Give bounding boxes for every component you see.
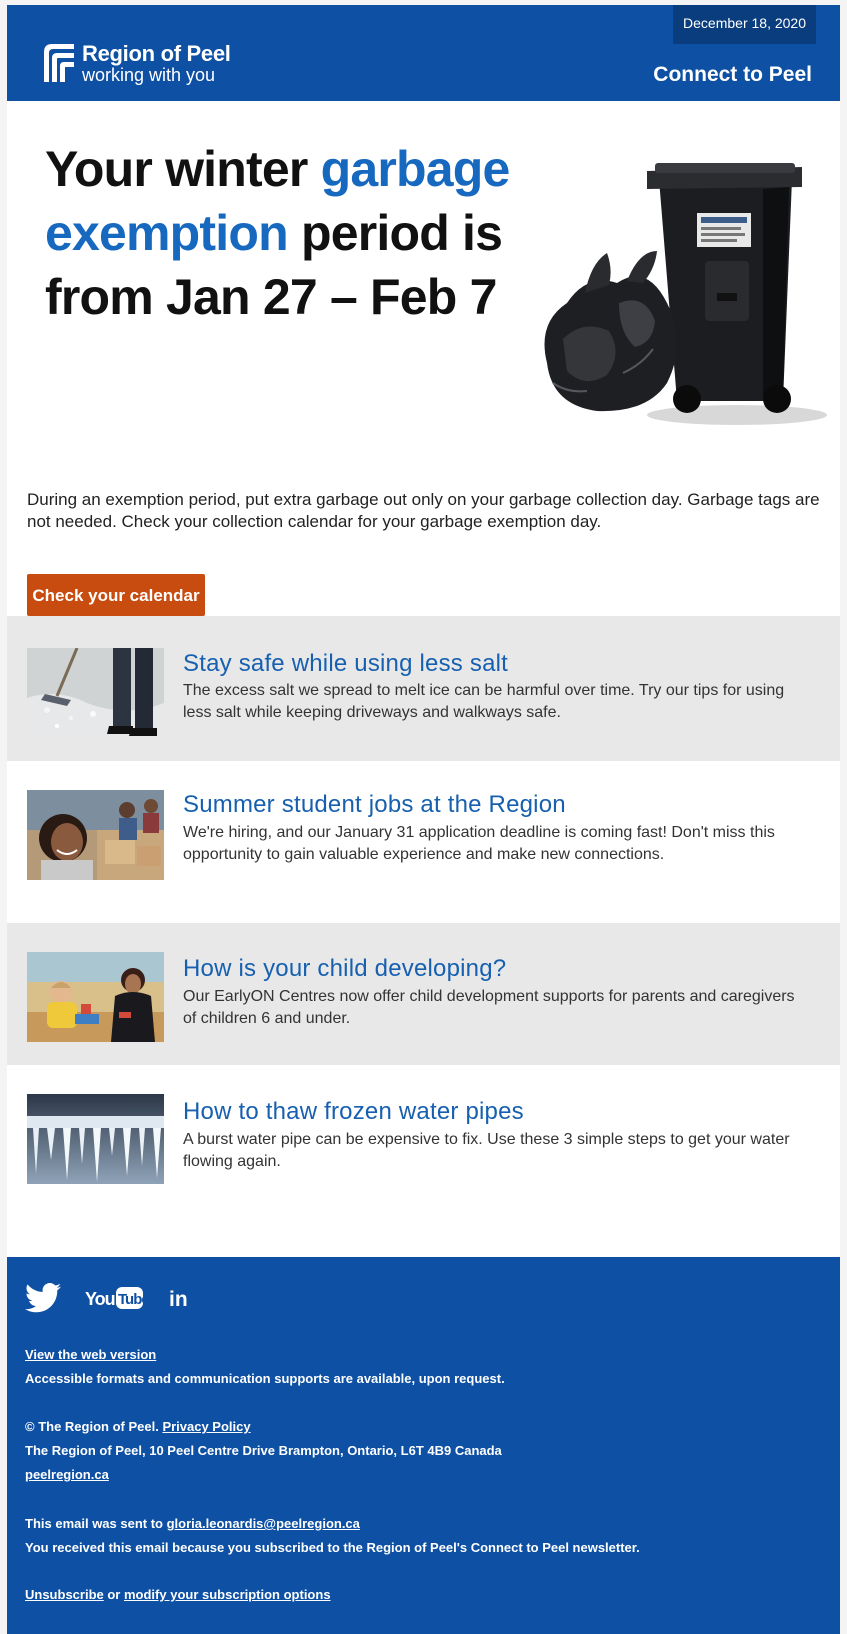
subscription-reason-text: You received this email because you subs… [25,1540,640,1555]
peelregion-link[interactable]: peelregion.ca [25,1467,109,1482]
social-links: You Tube in [25,1281,219,1315]
article-student-jobs: Summer student jobs at the Region We're … [7,761,840,923]
article-title[interactable]: Summer student jobs at the Region [183,791,566,819]
article-frozen-pipes: How to thaw frozen water pipes A burst w… [7,1065,840,1207]
intro-section: During an exemption period, put extra ga… [7,451,840,637]
article-title[interactable]: How is your child developing? [183,955,506,983]
svg-text:in: in [169,1288,188,1311]
logo-title: Region of Peel [82,40,231,66]
icicles-photo [27,1094,164,1184]
copyright-text: © The Region of Peel. [25,1419,163,1434]
youtube-icon[interactable]: You Tube [85,1285,143,1311]
intro-text: During an exemption period, put extra ga… [27,490,820,531]
article-body: We're hiring, and our January 31 applica… [183,824,775,863]
article-title[interactable]: How to thaw frozen water pipes [183,1098,524,1126]
or-text: or [103,1587,124,1602]
article-less-salt: Stay safe while using less salt The exce… [7,616,840,761]
recipient-email-link[interactable]: gloria.leonardis@peelregion.ca [167,1516,360,1531]
hero-title: Your winter garbage exemption period is … [45,141,510,325]
region-of-peel-logo[interactable]: Region of Peel working with you [42,41,231,85]
email-header: December 18, 2020 Region of Peel working… [7,5,840,101]
footer-copyright-block: © The Region of Peel. Privacy Policy The… [25,1415,502,1487]
article-child-development: How is your child developing? Our EarlyO… [7,923,840,1065]
garbage-cart-and-bags-image [544,163,827,425]
peel-logo-icon [44,44,74,82]
address-text: The Region of Peel, 10 Peel Centre Drive… [25,1443,502,1458]
footer-unsubscribe-block: Unsubscribe or modify your subscription … [25,1583,331,1607]
date-badge: December 18, 2020 [673,5,816,44]
unsubscribe-link[interactable]: Unsubscribe [25,1587,104,1602]
article-body: A burst water pipe can be expensive to f… [183,1131,790,1170]
svg-text:Tube: Tube [118,1291,143,1308]
email-footer: You Tube in View the web version Accessi… [7,1257,840,1634]
hero-banner: Your winter garbage exemption period is … [7,101,840,451]
privacy-policy-link[interactable]: Privacy Policy [162,1419,250,1434]
linkedin-icon[interactable]: in [167,1285,195,1311]
view-web-version-link[interactable]: View the web version [25,1347,156,1362]
check-calendar-button[interactable]: Check your calendar [27,574,205,616]
connect-to-peel-link[interactable]: Connect to Peel [653,63,812,87]
footer-web-version: View the web version Accessible formats … [25,1343,505,1391]
article-body: Our EarlyON Centres now offer child deve… [183,988,795,1027]
student-volunteers-photo [27,790,164,880]
article-title[interactable]: Stay safe while using less salt [183,650,508,678]
salt-spreading-photo [27,648,164,738]
logo-subtitle: working with you [82,64,216,85]
accessible-formats-text: Accessible formats and communication sup… [25,1371,505,1386]
svg-text:You: You [85,1289,115,1309]
article-body: The excess salt we spread to melt ice ca… [183,682,785,721]
sent-to-text: This email was sent to [25,1516,167,1531]
twitter-icon[interactable] [25,1283,61,1313]
modify-subscription-link[interactable]: modify your subscription options [124,1587,331,1602]
child-playing-photo [27,952,164,1042]
footer-recipient-block: This email was sent to gloria.leonardis@… [25,1512,640,1560]
email-body: December 18, 2020 Region of Peel working… [7,5,840,1634]
